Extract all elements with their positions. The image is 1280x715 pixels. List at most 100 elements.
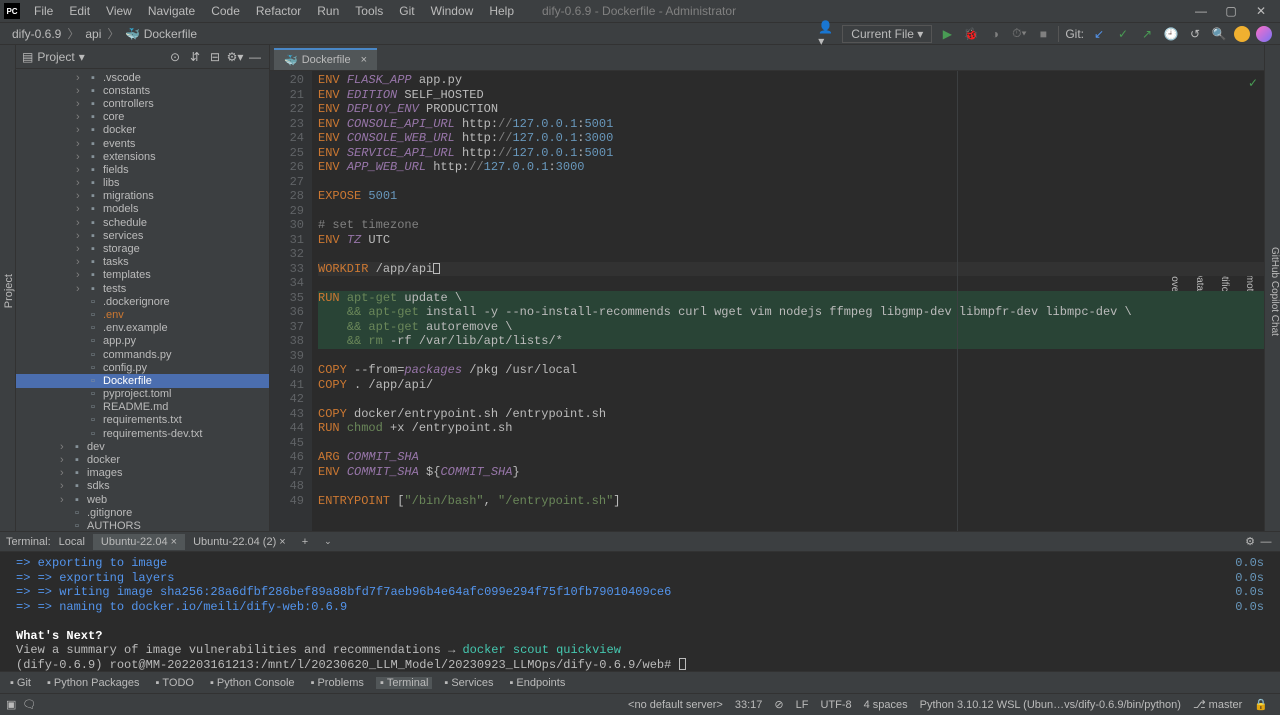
tree-item[interactable]: ▫requirements.txt: [16, 414, 269, 427]
tree-item[interactable]: ›▪docker: [16, 124, 269, 137]
maximize-icon[interactable]: ▢: [1216, 1, 1246, 21]
status-python[interactable]: Python 3.10.12 WSL (Ubun…vs/dify-0.6.9/b…: [914, 699, 1187, 711]
close-icon[interactable]: ✕: [1246, 1, 1276, 21]
tree-item[interactable]: ▫.env: [16, 308, 269, 321]
status-crlf-icon[interactable]: ⊘: [768, 698, 789, 711]
terminal-tab[interactable]: Ubuntu-22.04 (2) ×: [185, 534, 294, 550]
menu-refactor[interactable]: Refactor: [248, 2, 309, 20]
hide-icon[interactable]: —: [1258, 534, 1274, 550]
status-branch[interactable]: ⎇ master: [1187, 698, 1248, 711]
tree-item[interactable]: ›▪events: [16, 137, 269, 150]
menu-navigate[interactable]: Navigate: [140, 2, 203, 20]
status-icon[interactable]: 🗨: [16, 698, 36, 711]
tool-git[interactable]: ▪Git: [6, 677, 35, 689]
tree-item[interactable]: ▫Dockerfile: [16, 374, 269, 387]
tree-item[interactable]: ▫.gitignore: [16, 506, 269, 519]
tree-item[interactable]: ▫README.md: [16, 401, 269, 414]
avatar[interactable]: [1234, 26, 1250, 42]
tree-item[interactable]: ›▪templates: [16, 269, 269, 282]
minimize-icon[interactable]: —: [1186, 1, 1216, 21]
tree-item[interactable]: ›▪constants: [16, 84, 269, 97]
tree-item[interactable]: ›▪dev: [16, 440, 269, 453]
tree-item[interactable]: ›▪migrations: [16, 190, 269, 203]
gear-icon[interactable]: ⚙▾: [227, 49, 243, 65]
menu-run[interactable]: Run: [309, 2, 347, 20]
tool-terminal[interactable]: ▪Terminal: [376, 677, 432, 689]
tree-item[interactable]: ›▪storage: [16, 242, 269, 255]
breadcrumb[interactable]: dify-0.6.9: [8, 27, 65, 41]
stop-button[interactable]: ■: [1034, 25, 1052, 43]
inspections-ok-icon[interactable]: ✓: [1248, 77, 1258, 92]
menu-file[interactable]: File: [26, 2, 61, 20]
tree-item[interactable]: ›▪extensions: [16, 150, 269, 163]
terminal-dropdown-icon[interactable]: ⌄: [316, 534, 340, 549]
menu-window[interactable]: Window: [423, 2, 482, 20]
breadcrumb[interactable]: api: [81, 27, 105, 41]
collapse-icon[interactable]: ⊟: [207, 49, 223, 65]
tree-item[interactable]: ▫config.py: [16, 361, 269, 374]
tree-item[interactable]: ›▪images: [16, 467, 269, 480]
menu-view[interactable]: View: [98, 2, 140, 20]
tree-item[interactable]: ›▪web: [16, 493, 269, 506]
tree-item[interactable]: ▫.env.example: [16, 322, 269, 335]
breadcrumb[interactable]: 🐳 Dockerfile: [121, 27, 201, 41]
terminal-tab[interactable]: Local: [51, 534, 93, 550]
vcs-update-icon[interactable]: ↙: [1090, 25, 1108, 43]
expand-icon[interactable]: ⇵: [187, 49, 203, 65]
tree-item[interactable]: ▫.dockerignore: [16, 295, 269, 308]
profile-icon[interactable]: ⏱▾: [1010, 25, 1028, 43]
status-lock-icon[interactable]: 🔒: [1248, 698, 1274, 711]
menu-edit[interactable]: Edit: [61, 2, 98, 20]
status-icon[interactable]: ▣: [6, 698, 16, 711]
status-enc[interactable]: UTF-8: [814, 699, 857, 711]
editor-tab[interactable]: 🐳 Dockerfile ×: [274, 48, 377, 70]
left-tab-project[interactable]: Project: [3, 274, 15, 308]
tree-item[interactable]: ›▪services: [16, 229, 269, 242]
locate-icon[interactable]: ⊙: [167, 49, 183, 65]
debug-button[interactable]: 🐞: [962, 25, 980, 43]
tool-problems[interactable]: ▪Problems: [307, 677, 368, 689]
copilot-icon[interactable]: [1256, 26, 1272, 42]
gear-icon[interactable]: ⚙: [1242, 534, 1258, 550]
status-le[interactable]: LF: [790, 699, 815, 711]
tree-item[interactable]: ›▪schedule: [16, 216, 269, 229]
right-tab-copilot[interactable]: GitHub Copilot Chat: [1269, 247, 1280, 336]
rollback-icon[interactable]: ↺: [1186, 25, 1204, 43]
close-tab-icon[interactable]: ×: [361, 54, 367, 66]
menu-code[interactable]: Code: [203, 2, 248, 20]
vcs-push-icon[interactable]: ↗: [1138, 25, 1156, 43]
tool-python-packages[interactable]: ▪Python Packages: [43, 677, 144, 689]
tree-item[interactable]: ▫commands.py: [16, 348, 269, 361]
tool-services[interactable]: ▪Services: [440, 677, 497, 689]
tree-item[interactable]: ▫app.py: [16, 335, 269, 348]
tool-todo[interactable]: ▪TODO: [152, 677, 198, 689]
tree-item[interactable]: ›▪.vscode: [16, 71, 269, 84]
status-server[interactable]: <no default server>: [622, 699, 729, 711]
vcs-commit-icon[interactable]: ✓: [1114, 25, 1132, 43]
tree-item[interactable]: ›▪fields: [16, 163, 269, 176]
status-indent[interactable]: 4 spaces: [858, 699, 914, 711]
menu-git[interactable]: Git: [391, 2, 422, 20]
tree-item[interactable]: ›▪libs: [16, 177, 269, 190]
tree-item[interactable]: ›▪docker: [16, 453, 269, 466]
menu-help[interactable]: Help: [481, 2, 522, 20]
add-terminal-button[interactable]: +: [294, 534, 316, 550]
terminal-tab[interactable]: Ubuntu-22.04 ×: [93, 534, 185, 550]
history-icon[interactable]: 🕘: [1162, 25, 1180, 43]
menu-tools[interactable]: Tools: [347, 2, 391, 20]
tree-item[interactable]: ›▪tests: [16, 282, 269, 295]
tool-python-console[interactable]: ▪Python Console: [206, 677, 299, 689]
tool-endpoints[interactable]: ▪Endpoints: [506, 677, 570, 689]
tree-item[interactable]: ▫AUTHORS: [16, 519, 269, 531]
run-button[interactable]: ▶: [938, 25, 956, 43]
tree-item[interactable]: ▫requirements-dev.txt: [16, 427, 269, 440]
hide-icon[interactable]: —: [247, 49, 263, 65]
tree-item[interactable]: ›▪tasks: [16, 256, 269, 269]
tree-item[interactable]: ›▪controllers: [16, 97, 269, 110]
tree-item[interactable]: ›▪models: [16, 203, 269, 216]
run-config-dropdown[interactable]: Current File ▾: [842, 25, 932, 43]
tree-item[interactable]: ▫pyproject.toml: [16, 388, 269, 401]
tree-item[interactable]: ›▪sdks: [16, 480, 269, 493]
tree-item[interactable]: ›▪core: [16, 111, 269, 124]
user-icon[interactable]: 👤▾: [818, 25, 836, 43]
